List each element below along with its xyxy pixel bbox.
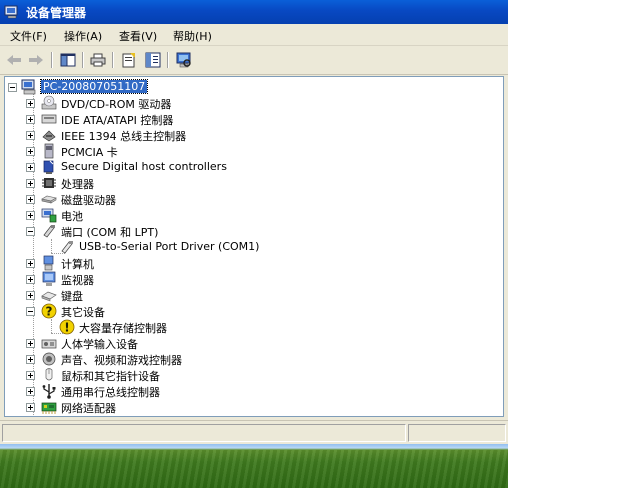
tree-node-label[interactable]: 键盘 bbox=[61, 288, 83, 304]
device-manager-icon bbox=[4, 5, 18, 19]
disk-drive-icon bbox=[41, 195, 57, 204]
processor-icon bbox=[42, 178, 56, 188]
tree-node-label[interactable]: 处理器 bbox=[61, 176, 94, 192]
toolbar bbox=[0, 46, 508, 75]
svg-text:?: ? bbox=[46, 305, 53, 319]
tree-node-label[interactable]: 人体学输入设备 bbox=[61, 336, 138, 352]
sound-icon bbox=[42, 352, 56, 366]
ide-controller-icon bbox=[41, 114, 57, 124]
hid-icon bbox=[41, 339, 57, 349]
tree-node-label[interactable]: 计算机 bbox=[61, 256, 94, 272]
tree-node-label[interactable]: USB-to-Serial Port Driver (COM1) bbox=[79, 240, 259, 253]
tree-node-label[interactable]: 端口 (COM 和 LPT) bbox=[61, 224, 158, 240]
tree-node-label[interactable]: IDE ATA/ATAPI 控制器 bbox=[61, 112, 173, 128]
tree-node-label[interactable]: 电池 bbox=[61, 208, 83, 224]
computer-icon bbox=[21, 79, 36, 95]
scan-hardware-icon bbox=[176, 52, 191, 68]
tree-node-label[interactable]: 监视器 bbox=[61, 272, 94, 288]
expand-toggle[interactable] bbox=[26, 355, 35, 364]
cdrom-icon bbox=[41, 95, 57, 110]
usb-icon bbox=[42, 384, 56, 399]
back-button[interactable] bbox=[4, 51, 24, 69]
menu-bar: 文件(F) 操作(A) 查看(V) 帮助(H) bbox=[0, 25, 508, 46]
show-hide-console-tree-button[interactable] bbox=[58, 51, 78, 69]
collapse-toggle[interactable] bbox=[26, 227, 35, 236]
console-tree-icon bbox=[60, 53, 76, 67]
expand-toggle[interactable] bbox=[26, 339, 35, 348]
expand-toggle[interactable] bbox=[26, 179, 35, 188]
expand-toggle[interactable] bbox=[26, 403, 35, 412]
keyboard-icon bbox=[41, 291, 57, 302]
expand-toggle[interactable] bbox=[26, 195, 35, 204]
ieee1394-icon bbox=[42, 130, 56, 142]
monitor-icon bbox=[42, 271, 56, 286]
tree-node-label[interactable]: 磁盘驱动器 bbox=[61, 192, 116, 208]
device-manager-window: 设备管理器 文件(F) 操作(A) 查看(V) 帮助(H) PC-2008070… bbox=[0, 0, 508, 444]
expand-toggle[interactable] bbox=[26, 275, 35, 284]
tree-node-label[interactable]: IEEE 1394 总线主控制器 bbox=[61, 128, 186, 144]
menu-view[interactable]: 查看(V) bbox=[119, 28, 157, 44]
device-tree[interactable]: PC-200807051107 DVD/CD-ROM 驱动器 IDE ATA/AT… bbox=[4, 76, 504, 417]
menu-help[interactable]: 帮助(H) bbox=[173, 28, 212, 44]
help-icon bbox=[145, 52, 161, 68]
expand-toggle[interactable] bbox=[26, 163, 35, 172]
computer-icon bbox=[43, 255, 54, 271]
svg-text:!: ! bbox=[64, 321, 69, 335]
status-bar bbox=[0, 420, 508, 444]
scan-hardware-button[interactable] bbox=[174, 51, 194, 69]
expand-toggle[interactable] bbox=[26, 259, 35, 268]
tree-node-label[interactable]: 网络适配器 bbox=[61, 400, 116, 416]
collapse-root-toggle[interactable] bbox=[8, 83, 17, 92]
expand-toggle[interactable] bbox=[26, 211, 35, 220]
network-adapter-icon bbox=[41, 402, 57, 414]
forward-button[interactable] bbox=[26, 51, 46, 69]
serial-port-icon bbox=[61, 241, 73, 254]
menu-action[interactable]: 操作(A) bbox=[64, 28, 102, 44]
expand-toggle[interactable] bbox=[26, 371, 35, 380]
battery-icon bbox=[41, 208, 57, 223]
pcmcia-icon bbox=[44, 143, 54, 159]
tree-node-label[interactable]: DVD/CD-ROM 驱动器 bbox=[61, 96, 171, 112]
expand-toggle[interactable] bbox=[26, 131, 35, 140]
tree-node-label[interactable]: Secure Digital host controllers bbox=[61, 160, 227, 173]
title-bar[interactable]: 设备管理器 bbox=[0, 0, 508, 24]
warning-device-icon: ! bbox=[59, 319, 75, 335]
window-title: 设备管理器 bbox=[26, 6, 87, 20]
printer-icon bbox=[90, 53, 106, 67]
properties-icon bbox=[122, 53, 135, 68]
tree-node-label[interactable]: 大容量存储控制器 bbox=[79, 320, 167, 336]
tree-node-label[interactable]: 通用串行总线控制器 bbox=[61, 384, 160, 400]
tree-node-label[interactable]: 声音、视频和游戏控制器 bbox=[61, 352, 182, 368]
arrow-left-icon bbox=[7, 55, 21, 65]
arrow-right-icon bbox=[29, 55, 43, 65]
collapse-toggle[interactable] bbox=[26, 307, 35, 316]
desktop-grass bbox=[0, 450, 508, 488]
tree-node-label[interactable]: PCMCIA 卡 bbox=[61, 144, 118, 160]
help-button[interactable] bbox=[143, 51, 163, 69]
mouse-icon bbox=[45, 368, 53, 381]
computer-name[interactable]: PC-200807051107 bbox=[39, 79, 149, 94]
expand-toggle[interactable] bbox=[26, 147, 35, 156]
expand-toggle[interactable] bbox=[26, 291, 35, 300]
tree-node-label[interactable]: 其它设备 bbox=[61, 304, 105, 320]
expand-toggle[interactable] bbox=[26, 115, 35, 124]
tree-node-label[interactable]: 鼠标和其它指针设备 bbox=[61, 368, 160, 384]
menu-file[interactable]: 文件(F) bbox=[10, 28, 47, 44]
expand-toggle[interactable] bbox=[26, 387, 35, 396]
print-button[interactable] bbox=[88, 51, 108, 69]
port-icon bbox=[43, 225, 55, 238]
properties-button[interactable] bbox=[119, 51, 139, 69]
sd-controller-icon bbox=[43, 160, 54, 174]
unknown-device-icon: ? bbox=[41, 303, 57, 319]
expand-toggle[interactable] bbox=[26, 99, 35, 108]
